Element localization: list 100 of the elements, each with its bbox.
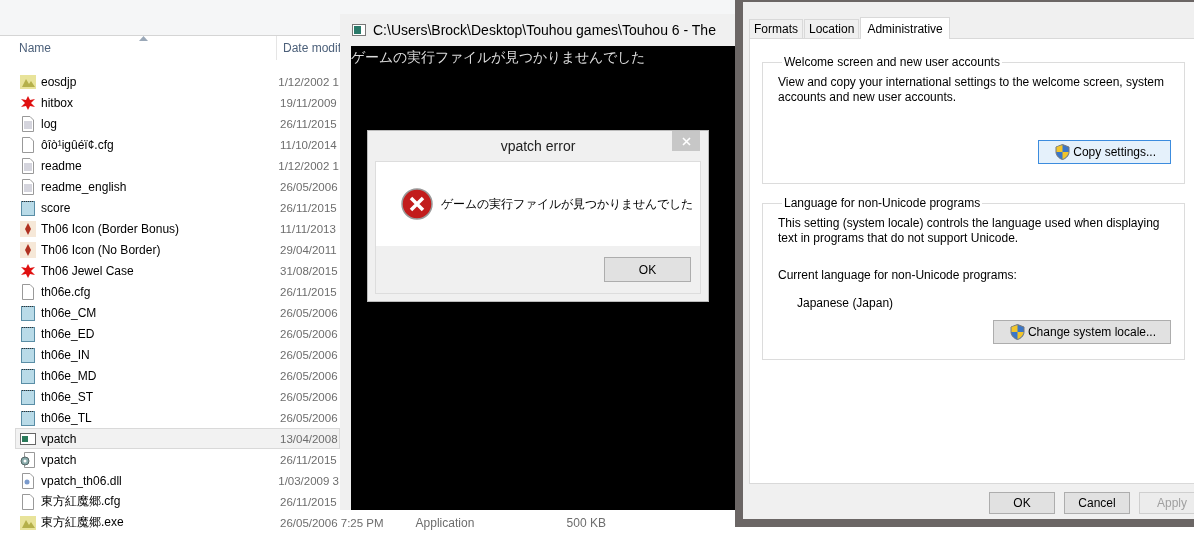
file-name: th06e_ED: [41, 326, 96, 341]
file-name: Th06 Jewel Case: [41, 263, 135, 278]
sort-arrow-icon: [139, 36, 148, 41]
console-icon: [352, 24, 366, 36]
ok-button[interactable]: OK: [604, 257, 691, 282]
file-date: 26/05/2006: [280, 180, 338, 193]
dialog-button[interactable]: OK: [989, 492, 1055, 514]
shield-icon: [1055, 144, 1071, 160]
file-date: 26/05/2006: [280, 369, 338, 382]
file-date: 13/04/2008: [280, 432, 338, 445]
file-date: 26/05/2006: [280, 327, 338, 340]
file-date: 26/05/2006: [280, 390, 338, 403]
file-row[interactable]: th06e_CM 26/05/2006: [15, 302, 340, 323]
file-type: Application: [415, 515, 476, 530]
setting-label: Current language for non-Unicode programs:: [778, 268, 1018, 282]
file-name: 東方紅魔郷.cfg: [41, 493, 122, 510]
file-row[interactable]: Th06 Icon (No Border) 29/04/2011: [15, 239, 340, 260]
dialog-button[interactable]: Cancel: [1064, 492, 1130, 514]
tab[interactable]: Location: [804, 19, 860, 38]
file-date: 11/10/2014: [280, 138, 337, 151]
file-name: hitbox: [41, 95, 75, 110]
file-row[interactable]: hitbox 19/11/2009: [15, 92, 340, 113]
file-name: th06e_IN: [41, 347, 91, 362]
close-button[interactable]: [672, 131, 700, 151]
file-row[interactable]: readme_english 26/05/2006: [15, 176, 340, 197]
file-date: 26/05/2006: [280, 348, 338, 361]
file-name: th06e_ST: [41, 389, 95, 404]
setting-value: Japanese (Japan): [796, 296, 895, 310]
file-row[interactable]: Th06 Icon (Border Bonus) 11/11/2013: [15, 218, 340, 239]
file-row[interactable]: readme 1/12/2002 1: [15, 155, 340, 176]
error-message: ゲームの実行ファイルが見つかりませんでした: [441, 195, 693, 213]
splat-icon: [20, 262, 36, 279]
blank-file-icon: [20, 283, 36, 300]
file-row[interactable]: 東方紅魔郷.exe 26/05/2006 7:25 PM Application 500 KB: [15, 512, 740, 533]
file-row[interactable]: th06e_MD 26/05/2006: [15, 365, 340, 386]
text-file-icon: [20, 178, 36, 195]
file-date: 26/05/2006: [280, 411, 338, 424]
file-name: th06e_MD: [41, 368, 98, 383]
file-name: th06e.cfg: [41, 284, 92, 299]
window-title: C:\Users\Brock\Desktop\Touhou games\Touhou 6 - The: [373, 22, 716, 38]
notepad-icon: [20, 388, 36, 405]
picture-file-icon: [20, 514, 36, 531]
file-row[interactable]: vpatch 26/11/2015: [15, 449, 340, 470]
file-name: readme_english: [41, 179, 128, 194]
blank-file-icon: [20, 493, 36, 510]
character-icon: [20, 241, 36, 258]
file-date: 26/11/2015: [280, 201, 337, 214]
file-row[interactable]: Th06 Jewel Case 31/08/2015: [15, 260, 340, 281]
file-row[interactable]: th06e_ED 26/05/2006: [15, 323, 340, 344]
shield-button[interactable]: Copy settings...: [1038, 140, 1171, 164]
file-name: vpatch_th06.dll: [41, 473, 123, 488]
console-output: ゲームの実行ファイルが見つかりませんでした: [351, 49, 645, 65]
file-size: 500 KB: [566, 515, 606, 530]
file-date: 26/05/2006: [280, 306, 338, 319]
notepad-icon: [20, 346, 36, 363]
file-date: 26/11/2015: [280, 453, 337, 466]
file-date: 11/11/2013: [280, 222, 336, 235]
blank-file-icon: [20, 136, 36, 153]
file-row[interactable]: th06e_IN 26/05/2006: [15, 344, 340, 365]
file-date: 1/12/2002 1: [278, 75, 339, 88]
file-name: Th06 Icon (Border Bonus): [41, 221, 181, 236]
close-icon: [681, 136, 691, 146]
shield-icon: [1009, 324, 1025, 340]
file-date: 31/08/2015: [280, 264, 338, 277]
file-date: 26/11/2015: [280, 117, 337, 130]
column-header[interactable]: Name: [0, 41, 276, 55]
file-row[interactable]: eosdjp 1/12/2002 1: [15, 71, 340, 92]
dialog-title: vpatch error: [500, 138, 576, 154]
shield-button[interactable]: Change system locale...: [992, 320, 1171, 344]
file-row[interactable]: 東方紅魔郷.cfg 26/11/2015: [15, 491, 340, 512]
program-window-icon: [20, 430, 36, 447]
file-name: th06e_CM: [41, 305, 98, 320]
file-name: eosdjp: [41, 74, 78, 89]
tab[interactable]: Formats: [749, 19, 803, 38]
description-text: This setting (system locale) controls the language used when displaying text in programs that do not support Unicode.: [778, 216, 1161, 246]
file-row[interactable]: ôîò¹igûéï¢.cfg 11/10/2014: [15, 134, 340, 155]
file-row[interactable]: th06e_TL 26/05/2006: [15, 407, 340, 428]
file-row[interactable]: vpatch 13/04/2008: [15, 428, 340, 449]
picture-file-icon: [20, 73, 36, 90]
text-file-icon: [20, 157, 36, 174]
file-row[interactable]: score 26/11/2015: [15, 197, 340, 218]
file-name: 東方紅魔郷.exe: [41, 514, 125, 531]
notepad-icon: [20, 409, 36, 426]
dll-file-icon: [20, 472, 36, 489]
file-date: 1/03/2009 3: [278, 474, 339, 487]
file-row[interactable]: th06e.cfg 26/11/2015: [15, 281, 340, 302]
splat-icon: [20, 94, 36, 111]
file-date: 29/04/2011: [280, 243, 337, 256]
notepad-icon: [20, 199, 36, 216]
file-name: Th06 Icon (No Border): [41, 242, 162, 257]
file-row[interactable]: log 26/11/2015: [15, 113, 340, 134]
file-name: readme: [41, 158, 83, 173]
file-row[interactable]: th06e_ST 26/05/2006: [15, 386, 340, 407]
tab[interactable]: Administrative: [860, 17, 950, 39]
file-row[interactable]: vpatch_th06.dll 1/03/2009 3: [15, 470, 340, 491]
file-name: score: [41, 200, 72, 215]
file-date: 19/11/2009: [280, 96, 337, 109]
file-name: th06e_TL: [41, 410, 93, 425]
file-date: 26/11/2015: [280, 495, 337, 508]
notepad-icon: [20, 325, 36, 342]
